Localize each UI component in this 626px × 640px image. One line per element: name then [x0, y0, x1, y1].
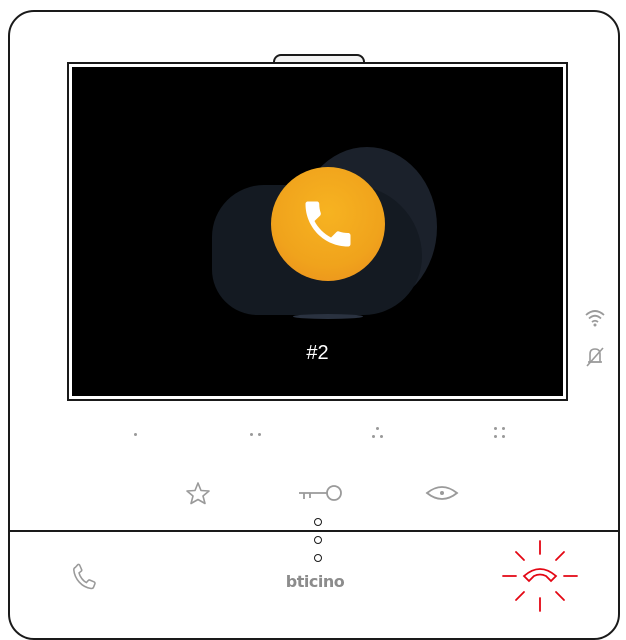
video-screen: #2 — [72, 67, 563, 396]
phone-hangup-icon[interactable] — [500, 536, 580, 616]
phone-answer-icon[interactable] — [66, 561, 100, 595]
led-indicator — [314, 536, 322, 544]
eye-icon[interactable] — [425, 484, 459, 502]
incoming-call-indicator — [271, 167, 385, 281]
led-indicator — [314, 518, 322, 526]
key-icon[interactable] — [297, 484, 343, 502]
panel-divider — [10, 530, 618, 532]
bell-off-icon — [586, 347, 604, 367]
phone-handset-icon — [305, 201, 351, 247]
star-icon[interactable] — [185, 481, 211, 505]
caller-label: #2 — [306, 342, 329, 364]
brand-logo: bticino — [285, 572, 345, 591]
indicator-shadow — [293, 314, 363, 319]
led-indicator — [314, 554, 322, 562]
wifi-icon — [585, 310, 605, 327]
